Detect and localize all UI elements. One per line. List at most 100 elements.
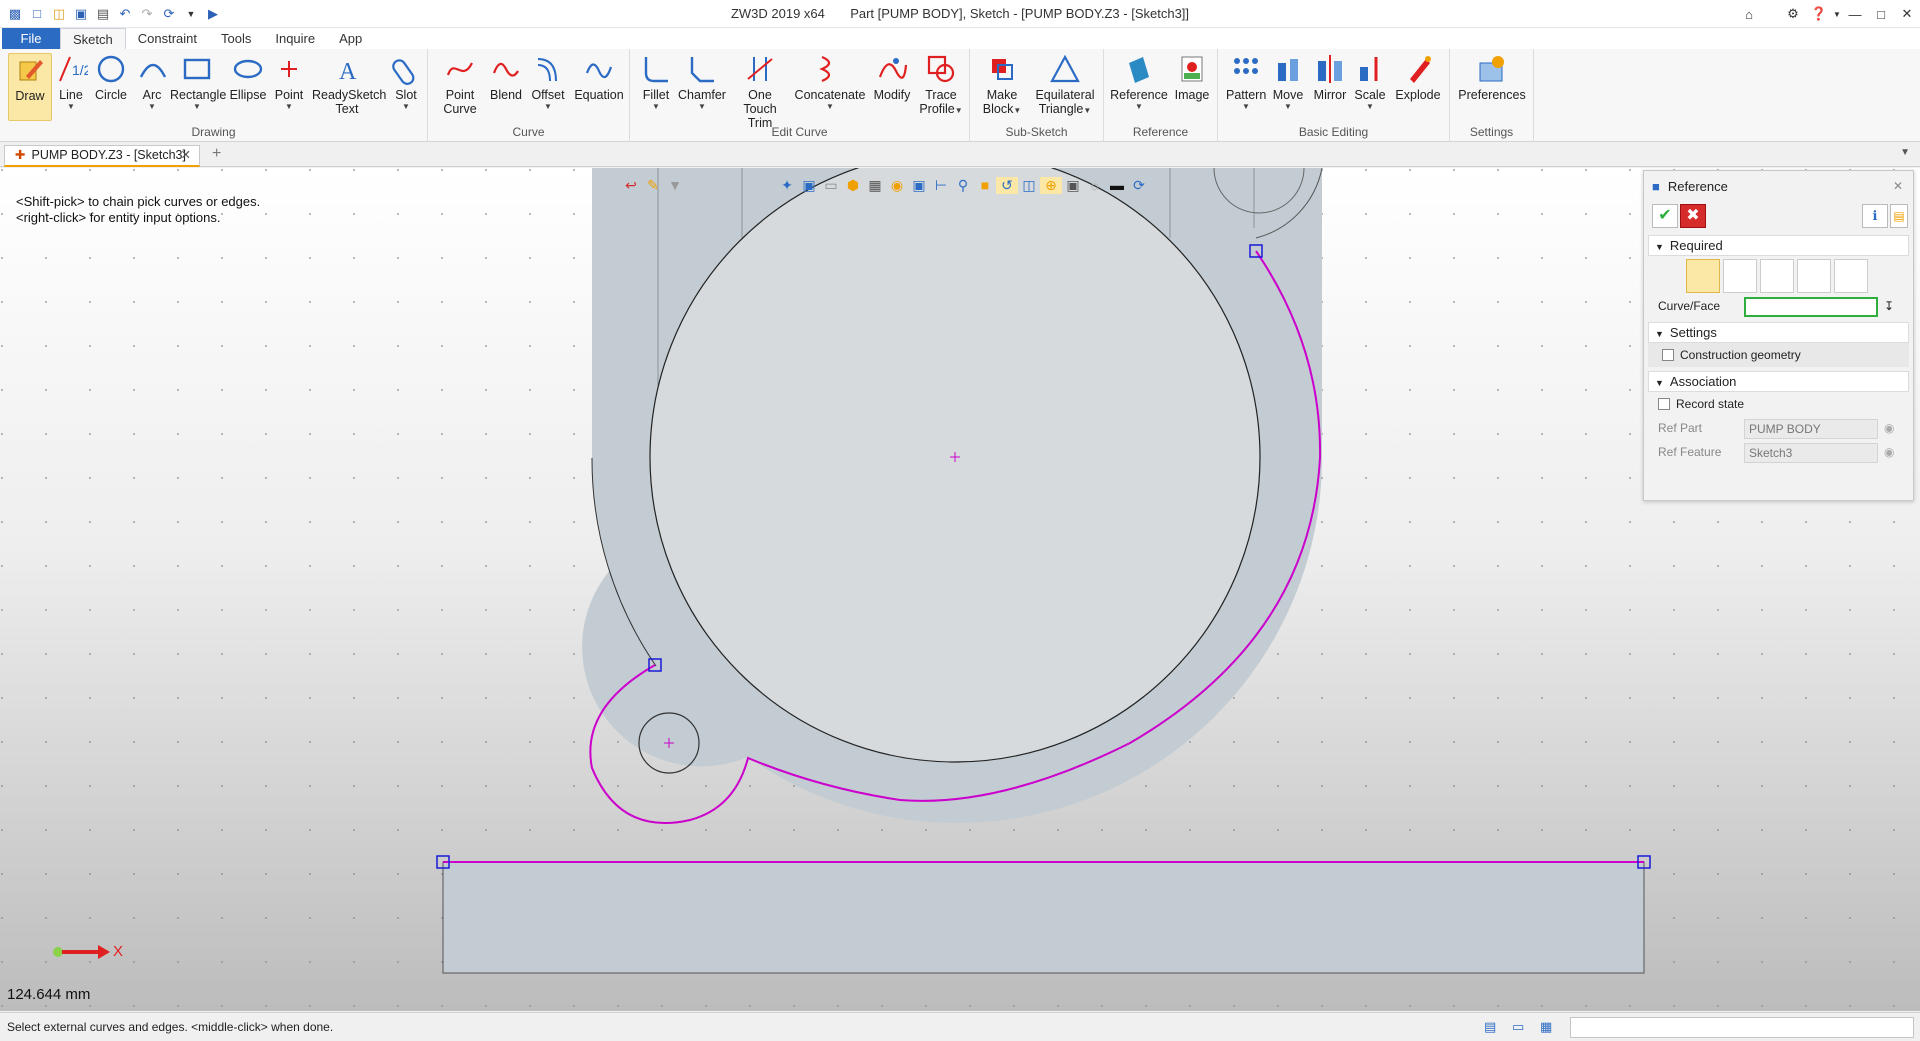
line-button[interactable]: 1/2 Line ▼ xyxy=(56,53,88,112)
view-orientation-icon[interactable]: ▭ xyxy=(820,177,842,194)
one-touch-trim-button[interactable]: One Touch Trim xyxy=(730,53,790,130)
view-cube-icon[interactable]: ▣ xyxy=(798,177,820,194)
make-block-button[interactable]: Make Block▼ xyxy=(980,53,1024,116)
pick-filter-icon[interactable]: ✦ xyxy=(776,177,798,194)
ok-button[interactable]: ✔ xyxy=(1652,204,1678,228)
dimension-icon[interactable]: ⊢ xyxy=(930,177,952,194)
tab-tools[interactable]: Tools xyxy=(209,28,263,49)
gear-icon[interactable]: ⚙ xyxy=(1780,6,1806,22)
home-icon[interactable]: ⌂ xyxy=(1736,7,1762,22)
fit-view-icon[interactable]: ▣ xyxy=(908,177,930,194)
new-tab-icon[interactable]: + xyxy=(212,145,221,163)
ref-feature-label: Ref Feature xyxy=(1658,445,1722,459)
help-dropdown-icon[interactable]: ▼ xyxy=(1832,10,1842,19)
preferences-button[interactable]: Preferences xyxy=(1454,53,1530,102)
draw-button[interactable]: Draw xyxy=(8,53,52,121)
ellipse-button[interactable]: Ellipse xyxy=(228,53,268,102)
readysketch-text-button[interactable]: A ReadySketch Text xyxy=(312,53,386,116)
lighting-icon[interactable]: ☼ xyxy=(1084,177,1106,193)
move-button[interactable]: Move ▼ xyxy=(1270,53,1306,112)
tab-app[interactable]: App xyxy=(327,28,374,49)
target-snap-icon[interactable]: ⊕ xyxy=(1040,176,1062,194)
reference-button[interactable]: Reference ▼ xyxy=(1110,53,1168,112)
customize-dropdown-icon[interactable]: ▼ xyxy=(180,3,202,25)
app-logo-icon[interactable]: ▩ xyxy=(4,3,26,25)
point-curve-button[interactable]: Point Curve xyxy=(440,53,480,116)
cancel-button[interactable]: ✖ xyxy=(1680,204,1706,228)
pattern-button[interactable]: Pattern ▼ xyxy=(1226,53,1266,112)
save-icon[interactable]: ▣ xyxy=(70,3,92,25)
close-icon[interactable]: ✕ xyxy=(1894,6,1920,22)
rectangle-button[interactable]: Rectangle ▼ xyxy=(170,53,226,112)
snap-toggle-icon[interactable]: ↺ xyxy=(996,176,1018,194)
arc-button[interactable]: Arc ▼ xyxy=(137,53,167,112)
equation-button[interactable]: Equation xyxy=(572,53,626,102)
mirror-button[interactable]: Mirror xyxy=(1310,53,1350,102)
image-button[interactable]: Image xyxy=(1172,53,1212,102)
refresh-icon[interactable]: ⟳ xyxy=(158,3,180,25)
shaded-solid-icon[interactable]: ⬢ xyxy=(842,177,864,194)
layer-icon[interactable]: ◫ xyxy=(1018,177,1040,194)
maximize-icon[interactable]: □ xyxy=(1868,7,1894,22)
display-mode-icon[interactable]: ▣ xyxy=(1062,177,1084,194)
display-color-icon[interactable]: ■ xyxy=(974,177,996,193)
blend-button[interactable]: Blend xyxy=(488,53,524,102)
layout-icon[interactable]: ▦ xyxy=(1540,1019,1556,1035)
tab-list-dropdown-icon[interactable]: ▼ xyxy=(1900,147,1910,158)
chamfer-button[interactable]: Chamfer ▼ xyxy=(678,53,726,112)
info-button[interactable]: ℹ xyxy=(1862,204,1888,228)
ref-face-icon[interactable] xyxy=(1834,259,1868,293)
circle-button[interactable]: Circle xyxy=(93,53,129,102)
command-input[interactable] xyxy=(1570,1017,1914,1038)
open-folder-icon[interactable]: ◫ xyxy=(48,3,70,25)
fillet-button[interactable]: Fillet ▼ xyxy=(638,53,674,112)
section-association[interactable]: ▼ Association xyxy=(1648,371,1909,392)
run-icon[interactable]: ▶ xyxy=(202,3,224,25)
refresh-view-icon[interactable]: ⟳ xyxy=(1128,177,1150,194)
tab-inquire[interactable]: Inquire xyxy=(263,28,327,49)
explode-button[interactable]: Explode xyxy=(1394,53,1442,102)
print-icon[interactable]: ▤ xyxy=(92,3,114,25)
curve-face-input[interactable] xyxy=(1744,297,1878,317)
new-file-icon[interactable]: □ xyxy=(26,3,48,25)
display-icon[interactable]: ▭ xyxy=(1512,1019,1528,1035)
redo-icon[interactable]: ↷ xyxy=(136,3,158,25)
section-settings[interactable]: ▼ Settings xyxy=(1648,322,1909,343)
modify-button[interactable]: Modify xyxy=(870,53,914,102)
panel-collapse-icon[interactable]: ✕ xyxy=(1893,179,1903,193)
help-doc-button[interactable]: ▤ xyxy=(1890,204,1908,228)
exit-sketch-icon[interactable]: ↩ xyxy=(620,177,642,194)
point-button[interactable]: Point ▼ xyxy=(272,53,306,112)
pan-icon[interactable]: ⚲ xyxy=(952,177,974,194)
filter-icon[interactable]: ▼ xyxy=(664,177,686,193)
tab-file[interactable]: File xyxy=(2,28,60,49)
equilateral-triangle-button[interactable]: Equilateral Triangle▼ xyxy=(1030,53,1100,116)
ref-point-icon[interactable] xyxy=(1760,259,1794,293)
record-state-checkbox[interactable] xyxy=(1658,398,1670,410)
slot-button[interactable]: Slot ▼ xyxy=(388,53,424,112)
close-tab-icon[interactable]: ✕ xyxy=(181,146,191,165)
minimize-icon[interactable]: — xyxy=(1842,7,1868,22)
undo-icon[interactable]: ↶ xyxy=(114,3,136,25)
section-required[interactable]: ▼ Required xyxy=(1648,235,1909,256)
ref-surface-icon[interactable] xyxy=(1797,259,1831,293)
offset-button[interactable]: Offset ▼ xyxy=(528,53,568,112)
graphics-viewport[interactable]: X <Shift-pick> to chain pick curves or e… xyxy=(0,168,1920,1011)
grid-toggle-icon[interactable]: ▦ xyxy=(864,177,886,194)
concatenate-button[interactable]: Concatenate ▼ xyxy=(794,53,866,112)
scale-button[interactable]: Scale ▼ xyxy=(1352,53,1388,112)
curve-face-dropdown-icon[interactable]: ↧ xyxy=(1884,294,1894,318)
construction-checkbox[interactable] xyxy=(1662,349,1674,361)
view-manager-icon[interactable]: ▤ xyxy=(1484,1019,1500,1035)
modify-label: Modify xyxy=(873,88,911,102)
zoom-icon[interactable]: ◉ xyxy=(886,177,908,194)
line-style-icon[interactable]: ▬ xyxy=(1106,177,1128,193)
tab-sketch[interactable]: Sketch xyxy=(60,28,126,49)
document-tab[interactable]: ✚ PUMP BODY.Z3 - [Sketch3] ✕ xyxy=(4,145,200,167)
help-icon[interactable]: ❓ xyxy=(1806,6,1832,22)
pen-tool-icon[interactable]: ✎ xyxy=(642,177,664,194)
trace-profile-button[interactable]: Trace Profile▼ xyxy=(918,53,964,116)
ref-intersect-icon[interactable] xyxy=(1723,259,1757,293)
tab-constraint[interactable]: Constraint xyxy=(126,28,209,49)
ref-curve-icon[interactable] xyxy=(1686,259,1720,293)
